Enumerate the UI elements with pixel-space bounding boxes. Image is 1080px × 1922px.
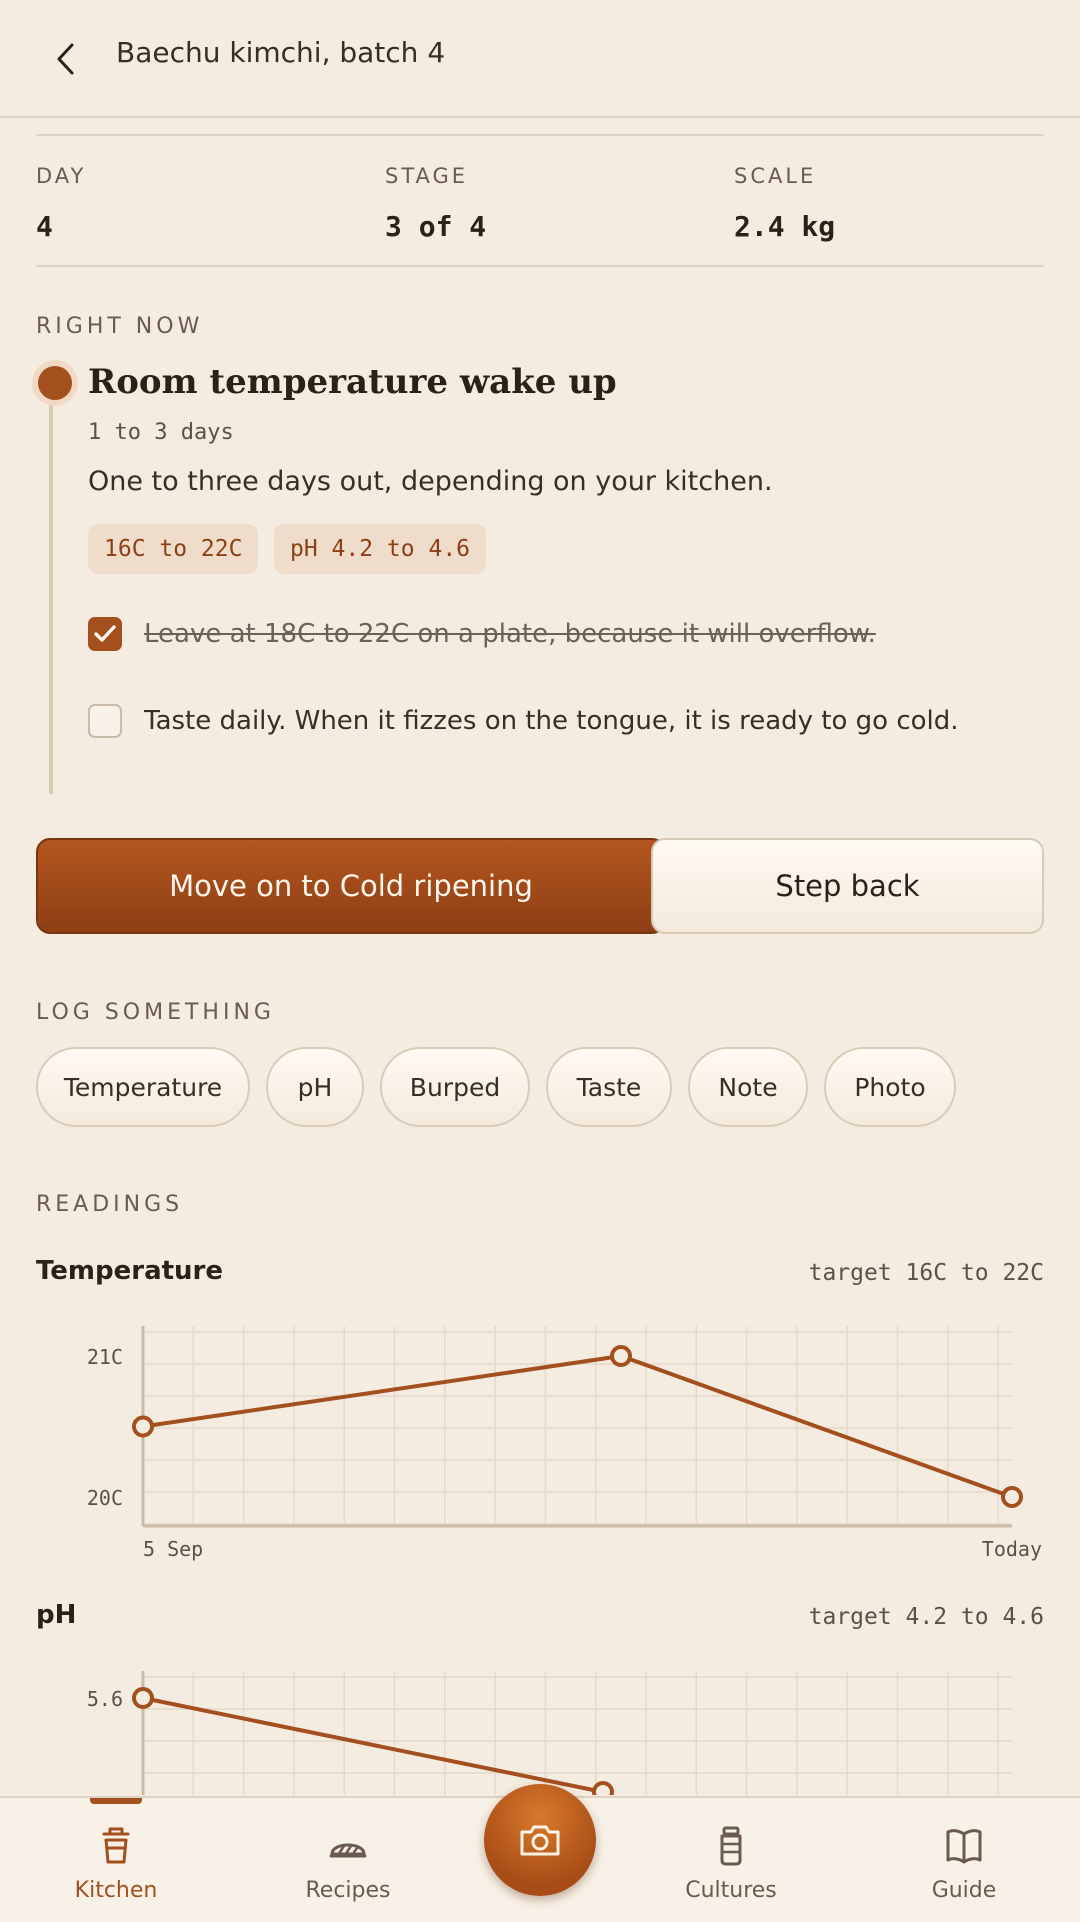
timeline-line (49, 390, 53, 794)
stat-day: DAY 4 (36, 164, 86, 243)
page-title: Baechu kimchi, batch 4 (116, 36, 446, 69)
log-photo-button[interactable]: Photo (824, 1047, 956, 1127)
pot-icon (102, 1827, 130, 1864)
jar-icon (720, 1826, 742, 1866)
stat-scale: SCALE 2.4 kg (734, 164, 835, 243)
ph-target: target 4.2 to 4.6 (808, 1604, 1044, 1630)
data-point (610, 1345, 632, 1367)
y-tick-label: 20C (87, 1486, 123, 1510)
task-checkbox-unchecked[interactable] (88, 704, 122, 738)
task-item[interactable]: Taste daily. When it fizzes on the tongu… (88, 702, 959, 740)
temperature-target: target 16C to 22C (808, 1260, 1044, 1286)
data-point (132, 1415, 154, 1438)
stage-description: One to three days out, depending on your… (88, 466, 773, 497)
log-note-button[interactable]: Note (688, 1047, 808, 1127)
stat-stage: STAGE 3 of 4 (385, 164, 486, 243)
data-point (592, 1781, 614, 1795)
nav-label: Cultures (685, 1878, 777, 1903)
series-line (142, 1696, 615, 1795)
chip-ph-range: pH 4.2 to 4.6 (274, 524, 487, 574)
check-icon (94, 625, 116, 642)
ph-chart: 5.6 (87, 1671, 1012, 1795)
chevron-left-icon (57, 43, 74, 75)
log-ph-button[interactable]: pH (266, 1047, 364, 1127)
y-tick-label: 5.6 (87, 1687, 123, 1711)
stage-duration: 1 to 3 days (88, 420, 234, 445)
ph-chart-title: pH (36, 1600, 77, 1630)
task-item[interactable]: Leave at 18C to 22C on a plate, because … (88, 615, 876, 653)
x-tick-label: Today (982, 1537, 1042, 1561)
section-label-readings: READINGS (36, 1192, 184, 1217)
bread-icon (329, 1843, 367, 1858)
nav-label: Recipes (305, 1878, 391, 1903)
chip-temperature-range: 16C to 22C (88, 524, 259, 574)
camera-button[interactable] (484, 1784, 596, 1896)
nav-kitchen[interactable]: Kitchen (26, 1798, 206, 1903)
back-button[interactable] (40, 30, 92, 88)
active-tab-indicator (90, 1798, 142, 1804)
nav-label: Kitchen (74, 1878, 158, 1903)
x-tick-label: 5 Sep (143, 1537, 203, 1561)
stat-value: 2.4 kg (734, 210, 836, 243)
data-point (132, 1687, 154, 1709)
series-line (142, 1354, 1013, 1499)
stat-label: SCALE (734, 164, 817, 188)
stat-label: STAGE (385, 164, 469, 188)
timeline-current-dot (38, 366, 72, 400)
log-burped-button[interactable]: Burped (380, 1047, 530, 1127)
stat-label: DAY (36, 164, 87, 188)
top-bar: Baechu kimchi, batch 4 (0, 0, 1080, 118)
section-label-log: LOG SOMETHING (36, 1000, 275, 1025)
data-point (1001, 1486, 1023, 1508)
book-icon (946, 1829, 982, 1864)
stat-value: 4 (36, 210, 53, 243)
stage-title: Room temperature wake up (88, 362, 617, 402)
nav-recipes[interactable]: Recipes (258, 1826, 438, 1903)
nav-label: Guide (931, 1878, 997, 1903)
temperature-chart: 21C 20C 5 Sep Today (87, 1326, 1042, 1561)
move-on-button[interactable]: Move on to Cold ripening (36, 838, 666, 934)
task-text: Taste daily. When it fizzes on the tongu… (144, 706, 959, 736)
log-temperature-button[interactable]: Temperature (36, 1047, 250, 1127)
nav-cultures[interactable]: Cultures (641, 1826, 821, 1903)
step-back-button[interactable]: Step back (651, 838, 1044, 934)
log-taste-button[interactable]: Taste (546, 1047, 672, 1127)
y-tick-label: 21C (87, 1345, 123, 1369)
stat-value: 3 of 4 (385, 210, 487, 243)
nav-guide[interactable]: Guide (874, 1826, 1054, 1903)
divider (36, 265, 1044, 267)
temperature-chart-title: Temperature (36, 1256, 224, 1286)
divider (36, 134, 1044, 136)
camera-icon (520, 1825, 560, 1856)
section-label-right-now: RIGHT NOW (36, 314, 204, 339)
task-text: Leave at 18C to 22C on a plate, because … (144, 619, 876, 649)
task-checkbox-checked[interactable] (88, 617, 122, 651)
